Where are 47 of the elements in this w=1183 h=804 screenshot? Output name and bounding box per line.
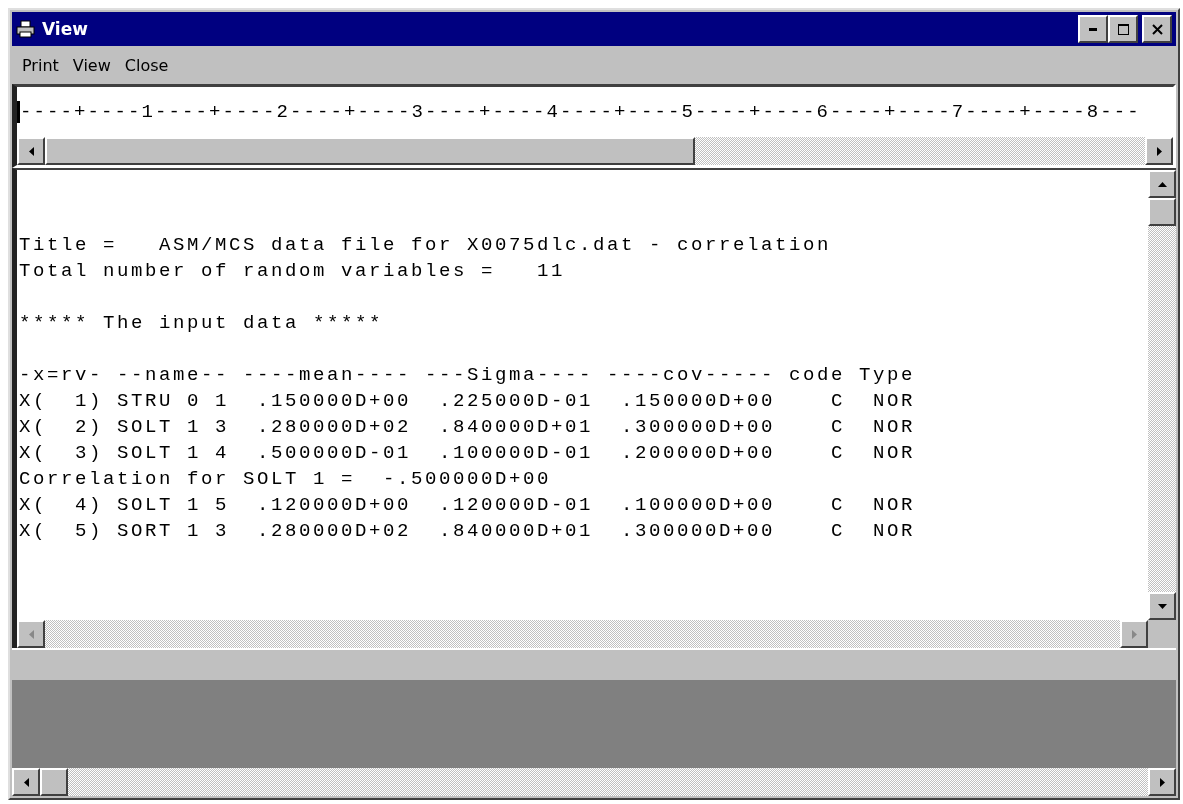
horizontal-scrollbar[interactable] [17, 137, 1173, 165]
scroll-up-button[interactable] [1148, 170, 1176, 198]
right-arrow-icon [1156, 146, 1162, 156]
column-ruler: ----+----1----+----2----+----3----+----4----+----5----+----6----+----7----+----8--- [20, 101, 1141, 123]
text-line: X( 5) SORT 1 3 .280000D+02 .840000D+01 .300000D+00 C NOR [19, 519, 917, 544]
left-arrow-icon [23, 777, 29, 787]
left-arrow-icon [28, 146, 34, 156]
left-arrow-icon [28, 629, 34, 639]
text-line: Correlation for SOLT 1 = -.500000D+00 [19, 467, 553, 492]
text-line: X( 2) SOLT 1 3 .280000D+02 .840000D+01 .300000D+00 C NOR [19, 415, 917, 440]
right-arrow-icon [1159, 777, 1165, 787]
text-line: Total number of random variables = 11 [19, 259, 567, 284]
scroll-left-button[interactable] [12, 768, 40, 796]
text-line: Title = ASM/MCS data file for X0075dlc.dat - correlation [19, 233, 833, 258]
scroll-right-button[interactable] [1145, 137, 1173, 165]
right-arrow-icon [1131, 629, 1137, 639]
up-arrow-icon [1157, 181, 1167, 187]
down-arrow-icon [1157, 603, 1167, 609]
minimize-icon [1089, 27, 1097, 31]
text-line: ***** The input data ***** [19, 311, 385, 336]
vertical-scrollbar[interactable] [1148, 170, 1176, 620]
window-title: View [42, 19, 89, 39]
text-cursor [17, 101, 20, 123]
printer-icon [16, 20, 36, 38]
scrollbar-corner [1148, 620, 1176, 648]
text-line: X( 3) SOLT 1 4 .500000D-01 .100000D-01 .200000D+00 C NOR [19, 441, 917, 466]
maximize-button[interactable] [1108, 15, 1138, 43]
scrollbar-thumb[interactable] [1148, 198, 1176, 226]
scroll-left-button[interactable] [17, 137, 45, 165]
scroll-right-button[interactable] [1148, 768, 1176, 796]
text-line: X( 4) SOLT 1 5 .120000D+00 .120000D-01 .100000D+00 C NOR [19, 493, 917, 518]
text-line: X( 1) STRU 0 1 .150000D+00 .225000D-01 .150000D+00 C NOR [19, 389, 917, 414]
scroll-left-button[interactable] [17, 620, 45, 648]
close-button[interactable] [1142, 15, 1172, 43]
scroll-down-button[interactable] [1148, 592, 1176, 620]
text-line: -x=rv- --name-- ----mean---- ---Sigma---- ----cov----- code Type [19, 363, 917, 388]
maximize-icon [1117, 23, 1129, 35]
scrollbar-thumb[interactable] [45, 137, 695, 165]
menu-item[interactable]: Print [22, 55, 59, 75]
menu-item[interactable]: Close [124, 55, 169, 75]
scroll-right-button[interactable] [1120, 620, 1148, 648]
close-icon [1151, 23, 1163, 35]
horizontal-scrollbar[interactable] [17, 620, 1148, 648]
horizontal-scrollbar[interactable] [12, 768, 1176, 796]
minimize-button[interactable] [1078, 15, 1108, 43]
scrollbar-thumb[interactable] [40, 768, 68, 796]
menu-item[interactable]: View [72, 55, 111, 75]
